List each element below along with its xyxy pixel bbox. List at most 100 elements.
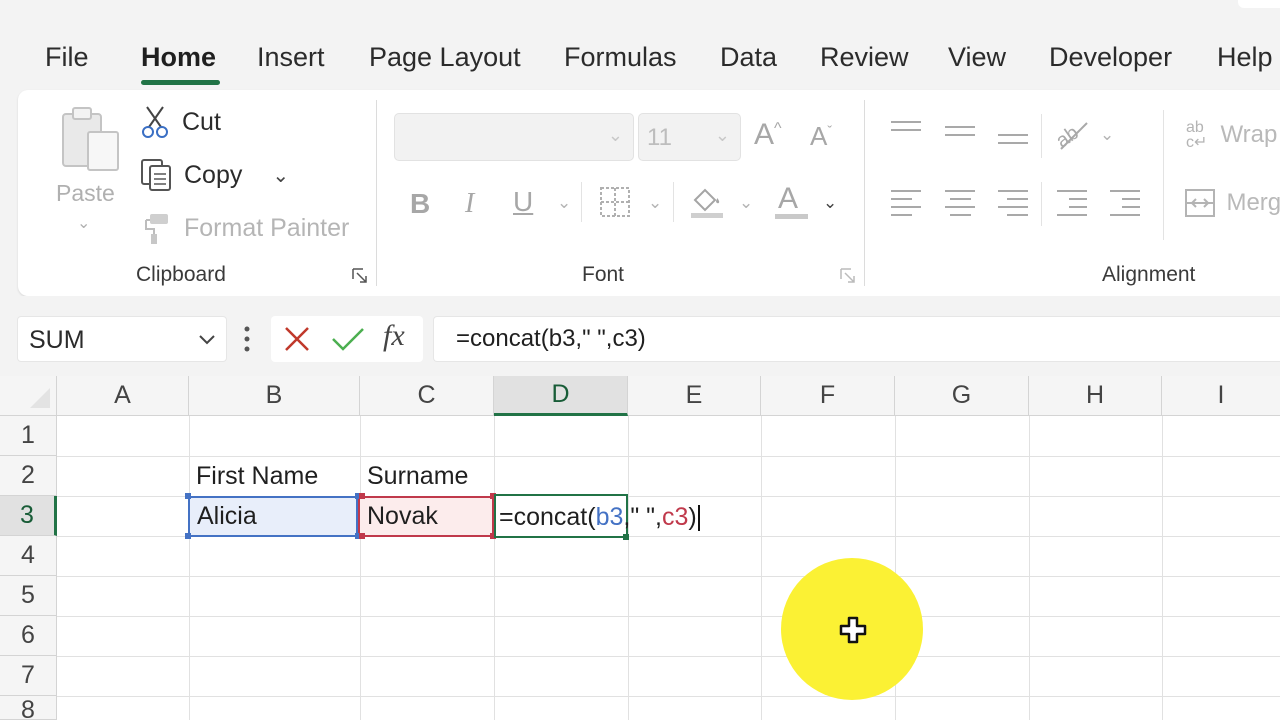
tab-data[interactable]: Data: [720, 42, 777, 73]
gridline: [628, 416, 629, 720]
divider: [1041, 114, 1042, 158]
tab-view[interactable]: View: [948, 42, 1006, 73]
tab-home[interactable]: Home: [141, 42, 216, 73]
column-header-e[interactable]: E: [628, 376, 761, 416]
formula-input[interactable]: [433, 316, 1280, 362]
range-handle[interactable]: [185, 493, 191, 499]
font-size-select[interactable]: 11 ⌄: [638, 113, 741, 161]
row-header-7[interactable]: 7: [0, 656, 57, 696]
paste-icon: [62, 107, 119, 171]
tab-help[interactable]: Help: [1217, 42, 1273, 73]
bold-button[interactable]: B: [410, 188, 430, 220]
orientation-dropdown-chevron-icon[interactable]: ⌄: [1100, 125, 1114, 145]
formula-ref-c3: c3: [662, 503, 689, 531]
column-header-c[interactable]: C: [360, 376, 494, 416]
top-align-icon[interactable]: [891, 121, 921, 137]
copy-dropdown-chevron-icon[interactable]: ⌄: [272, 163, 289, 188]
decrease-font-size-icon[interactable]: Aˇ: [810, 121, 832, 152]
cell-c2[interactable]: Surname: [360, 456, 494, 496]
range-handle[interactable]: [359, 533, 365, 539]
tab-review[interactable]: Review: [820, 42, 909, 73]
align-center-icon[interactable]: [945, 190, 975, 222]
column-header-h[interactable]: H: [1029, 376, 1162, 416]
wrap-text-label: Wrap: [1220, 121, 1278, 148]
row-header-4[interactable]: 4: [0, 536, 57, 576]
decrease-indent-icon[interactable]: [1057, 190, 1087, 222]
font-color-dropdown-chevron-icon[interactable]: ⌄: [823, 193, 837, 213]
tab-insert[interactable]: Insert: [257, 42, 325, 73]
middle-align-icon[interactable]: [945, 126, 975, 142]
orientation-icon[interactable]: ab: [1053, 117, 1091, 153]
enter-check-icon[interactable]: [331, 326, 365, 352]
merge-cells-icon: [1185, 189, 1215, 217]
clipboard-dialog-launcher-icon[interactable]: [352, 268, 368, 284]
font-group-label: Font: [582, 263, 625, 286]
insert-function-fx-icon[interactable]: fx: [383, 319, 405, 353]
font-dialog-launcher-icon[interactable]: [840, 268, 856, 284]
group-separator: [864, 100, 865, 286]
tab-page-layout[interactable]: Page Layout: [369, 42, 521, 73]
fill-color-icon[interactable]: [689, 184, 725, 220]
column-header-i[interactable]: I: [1162, 376, 1280, 416]
scissors-icon: [142, 106, 168, 138]
font-color-icon[interactable]: A: [778, 182, 798, 216]
name-box-value: SUM: [29, 326, 85, 354]
select-all-triangle-icon: [30, 388, 50, 408]
paste-dropdown-chevron-icon[interactable]: ⌄: [77, 213, 90, 233]
cell-b3[interactable]: Alicia: [188, 496, 358, 537]
align-right-icon[interactable]: [998, 190, 1028, 222]
column-header-g[interactable]: G: [895, 376, 1029, 416]
gridline: [494, 416, 495, 720]
range-handle[interactable]: [359, 493, 365, 499]
cell-d3-formula[interactable]: =concat(b3," ",c3): [499, 503, 700, 532]
merge-label: Merg: [1226, 189, 1280, 216]
worksheet-grid[interactable]: [0, 376, 1280, 720]
row-header-5[interactable]: 5: [0, 576, 57, 616]
underline-button[interactable]: U: [513, 186, 533, 218]
font-name-select[interactable]: ⌄: [394, 113, 634, 161]
name-box[interactable]: SUM: [17, 316, 227, 362]
range-handle[interactable]: [185, 533, 191, 539]
column-header-d[interactable]: D: [494, 376, 628, 416]
column-header-b[interactable]: B: [189, 376, 360, 416]
gridline: [57, 656, 1280, 657]
italic-button[interactable]: I: [465, 188, 474, 220]
tab-file[interactable]: File: [45, 42, 89, 73]
divider: [673, 182, 674, 222]
copy-icon: [141, 159, 171, 191]
gridline: [1029, 416, 1030, 720]
cell-c3[interactable]: Novak: [358, 496, 494, 537]
fill-color-dropdown-chevron-icon[interactable]: ⌄: [739, 193, 753, 213]
borders-icon[interactable]: [599, 186, 631, 218]
cut-button[interactable]: Cut: [140, 102, 221, 142]
row-header-6[interactable]: 6: [0, 616, 57, 656]
bottom-align-icon[interactable]: [998, 134, 1028, 150]
row-header-3[interactable]: 3: [0, 496, 57, 536]
cancel-x-icon[interactable]: [283, 325, 311, 353]
cut-label: Cut: [182, 107, 221, 136]
format-painter-button[interactable]: Format Painter: [140, 208, 349, 248]
text-caret: [697, 505, 700, 532]
underline-dropdown-chevron-icon[interactable]: ⌄: [557, 193, 571, 213]
copy-button[interactable]: Copy ⌄: [140, 155, 289, 195]
ribbon-tab-bar: File Home Insert Page Layout Formulas Da…: [0, 0, 1280, 90]
align-left-icon[interactable]: [891, 190, 921, 222]
increase-indent-icon[interactable]: [1110, 190, 1140, 222]
tab-developer[interactable]: Developer: [1049, 42, 1172, 73]
column-header-f[interactable]: F: [761, 376, 895, 416]
row-header-2[interactable]: 2: [0, 456, 57, 496]
cell-b2[interactable]: First Name: [189, 456, 360, 496]
increase-font-size-icon[interactable]: A^: [754, 118, 782, 152]
row-header-8[interactable]: 8: [0, 696, 57, 720]
row-header-1[interactable]: 1: [0, 416, 57, 456]
wrap-text-icon: ab c↵: [1186, 119, 1208, 151]
borders-dropdown-chevron-icon[interactable]: ⌄: [648, 193, 662, 213]
fill-handle[interactable]: [623, 534, 629, 540]
wrap-text-button[interactable]: ab c↵ Wrap: [1186, 119, 1278, 151]
paste-label: Paste: [56, 180, 115, 206]
gridline: [57, 576, 1280, 577]
more-options-icon[interactable]: [243, 322, 251, 356]
column-header-a[interactable]: A: [57, 376, 189, 416]
tab-formulas[interactable]: Formulas: [564, 42, 677, 73]
merge-center-button[interactable]: Merg: [1184, 188, 1280, 218]
